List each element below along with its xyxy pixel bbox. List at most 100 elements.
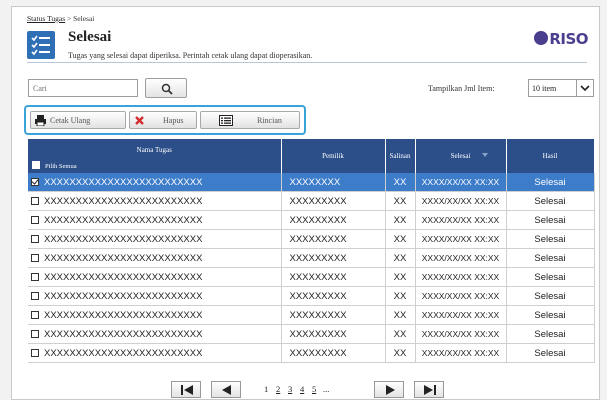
copies-cell: XX xyxy=(385,343,416,363)
printer-icon xyxy=(35,115,46,128)
page-2-link[interactable]: 2 xyxy=(276,384,280,394)
table-row[interactable]: XXXXXXXXXXXXXXXXXXXXXXXXX XXXXXXXXX XX XXXX… xyxy=(28,286,595,306)
page-description: Tugas yang selesai dapat diperiksa. Peri… xyxy=(68,51,313,60)
next-page-button[interactable] xyxy=(374,381,404,398)
table-row[interactable]: XXXXXXXXXXXXXXXXXXXXXXXXX XXXXXXXXX XX XXXX… xyxy=(28,248,595,268)
owner-cell: XXXXXXXXX xyxy=(281,229,386,249)
row-checkbox[interactable] xyxy=(31,234,39,243)
column-header-result[interactable]: Hasil xyxy=(506,139,595,173)
table-row[interactable]: XXXXXXXXXXXXXXXXXXXXXXXXX XXXXXXXXX XX XXXX… xyxy=(28,324,595,344)
owner-cell: XXXXXXXXX xyxy=(281,305,386,325)
copies-cell: XX xyxy=(385,267,416,287)
magnifier-icon xyxy=(161,83,173,95)
page-5-link[interactable]: 5 xyxy=(312,384,316,394)
row-checkbox[interactable] xyxy=(31,177,39,186)
select-all-checkbox[interactable] xyxy=(32,161,40,169)
red-x-icon xyxy=(134,115,145,128)
checklist-icon xyxy=(27,31,55,59)
job-action-toolbar: Cetak Ulang Hapus Rincian xyxy=(24,105,306,135)
job-name: XXXXXXXXXXXXXXXXXXXXXXXXX xyxy=(44,252,203,264)
table-row[interactable]: XXXXXXXXXXXXXXXXXXXXXXXXX XXXXXXXXX XX XXXX… xyxy=(28,210,595,230)
copies-cell: XX xyxy=(385,286,416,306)
job-name-cell: XXXXXXXXXXXXXXXXXXXXXXXXX xyxy=(28,305,282,325)
finished-time-cell: XXXX/XX/XX XX:XX xyxy=(415,248,507,268)
last-page-icon xyxy=(424,385,436,395)
job-name-cell: XXXXXXXXXXXXXXXXXXXXXXXXX xyxy=(28,173,282,192)
finished-time-cell: XXXX/XX/XX XX:XX xyxy=(415,191,507,211)
finished-time-cell: XXXX/XX/XX XX:XX xyxy=(415,267,507,287)
delete-label: Hapus xyxy=(163,116,184,125)
items-per-page-select[interactable]: 10 item xyxy=(528,79,594,97)
table-row[interactable]: XXXXXXXXXXXXXXXXXXXXXXXXX XXXXXXXXX XX XXXX… xyxy=(28,191,595,211)
row-checkbox[interactable] xyxy=(31,291,39,300)
details-button[interactable]: Rincian xyxy=(200,111,300,129)
owner-cell: XXXXXXXXX xyxy=(281,343,386,363)
pagination-ellipsis: ... xyxy=(323,384,330,394)
last-page-button[interactable] xyxy=(414,381,444,398)
result-cell: Selesai xyxy=(506,343,595,363)
result-cell: Selesai xyxy=(506,173,595,192)
job-name-cell: XXXXXXXXXXXXXXXXXXXXXXXXX xyxy=(28,343,282,363)
finished-time-cell: XXXX/XX/XX XX:XX xyxy=(415,173,507,192)
owner-cell: XXXXXXXXX xyxy=(281,248,386,268)
previous-page-button[interactable] xyxy=(211,381,241,398)
previous-page-icon xyxy=(222,385,231,395)
result-cell: Selesai xyxy=(506,286,595,306)
job-name: XXXXXXXXXXXXXXXXXXXXXXXXX xyxy=(44,176,203,188)
select-all-label: Pilih Semua xyxy=(45,163,77,170)
page-3-link[interactable]: 3 xyxy=(288,384,292,394)
select-all[interactable]: Pilih Semua xyxy=(32,161,77,170)
finished-time-cell: XXXX/XX/XX XX:XX xyxy=(415,286,507,306)
page-title: Selesai xyxy=(68,29,112,45)
job-name-cell: XXXXXXXXXXXXXXXXXXXXXXXXX xyxy=(28,324,282,344)
finished-time-cell: XXXX/XX/XX XX:XX xyxy=(415,210,507,230)
job-name-cell: XXXXXXXXXXXXXXXXXXXXXXXXX xyxy=(28,229,282,249)
job-name: XXXXXXXXXXXXXXXXXXXXXXXXX xyxy=(44,328,203,340)
table-row[interactable]: XXXXXXXXXXXXXXXXXXXXXXXXX XXXXXXXXX XX XXXX… xyxy=(28,343,595,363)
row-checkbox[interactable] xyxy=(31,348,39,357)
job-name: XXXXXXXXXXXXXXXXXXXXXXXXX xyxy=(44,347,203,359)
finished-time-cell: XXXX/XX/XX XX:XX xyxy=(415,324,507,344)
row-checkbox[interactable] xyxy=(31,196,39,205)
riso-logo: RISO xyxy=(534,30,588,48)
owner-cell: XXXXXXXXX xyxy=(281,210,386,230)
job-name-cell: XXXXXXXXXXXXXXXXXXXXXXXXX xyxy=(28,191,282,211)
breadcrumb-current: Selesai xyxy=(73,14,95,23)
column-header-finished[interactable]: Selesai xyxy=(415,139,507,173)
table-row[interactable]: XXXXXXXXXXXXXXXXXXXXXXXXX XXXXXXXXX XX XXXX… xyxy=(28,267,595,287)
copies-cell: XX xyxy=(385,173,416,192)
first-page-icon xyxy=(181,385,193,395)
reprint-button[interactable]: Cetak Ulang xyxy=(30,111,126,129)
table-row[interactable]: XXXXXXXXXXXXXXXXXXXXXXXXX XXXXXXXXX XX XXXX… xyxy=(28,305,595,325)
row-checkbox[interactable] xyxy=(31,272,39,281)
details-label: Rincian xyxy=(257,116,282,125)
row-checkbox[interactable] xyxy=(31,310,39,319)
finished-time-cell: XXXX/XX/XX XX:XX xyxy=(415,229,507,249)
result-cell: Selesai xyxy=(506,324,595,344)
row-checkbox[interactable] xyxy=(31,253,39,262)
copies-cell: XX xyxy=(385,248,416,268)
search-input[interactable] xyxy=(28,79,138,97)
column-header-owner[interactable]: Pemilik xyxy=(281,139,386,173)
row-checkbox[interactable] xyxy=(31,329,39,338)
job-name: XXXXXXXXXXXXXXXXXXXXXXXXX xyxy=(44,214,203,226)
page-1-current: 1 xyxy=(264,384,269,394)
reprint-label: Cetak Ulang xyxy=(50,116,91,125)
search-button[interactable] xyxy=(145,78,187,98)
sort-arrow-icon xyxy=(481,153,488,157)
first-page-button[interactable] xyxy=(171,381,201,398)
result-cell: Selesai xyxy=(506,210,595,230)
row-checkbox[interactable] xyxy=(31,215,39,224)
column-header-job-name[interactable]: Nama Tugas Pilih Semua xyxy=(28,139,282,173)
page-4-link[interactable]: 4 xyxy=(300,384,304,394)
breadcrumb: Status Tugas > Selesai xyxy=(27,14,94,23)
breadcrumb-job-status-link[interactable]: Status Tugas xyxy=(27,14,65,23)
column-header-copies[interactable]: Salinan xyxy=(385,139,416,173)
table-row[interactable]: XXXXXXXXXXXXXXXXXXXXXXXXX XXXXXXXXX XX XXXX… xyxy=(28,229,595,249)
delete-button[interactable]: Hapus xyxy=(129,111,197,129)
owner-cell: XXXXXXXXX xyxy=(281,267,386,287)
result-cell: Selesai xyxy=(506,267,595,287)
table-row[interactable]: XXXXXXXXXXXXXXXXXXXXXXXXX XXXXXXXX XX XXXX/… xyxy=(28,173,595,192)
owner-cell: XXXXXXXXX xyxy=(281,191,386,211)
job-name: XXXXXXXXXXXXXXXXXXXXXXXXX xyxy=(44,309,203,321)
